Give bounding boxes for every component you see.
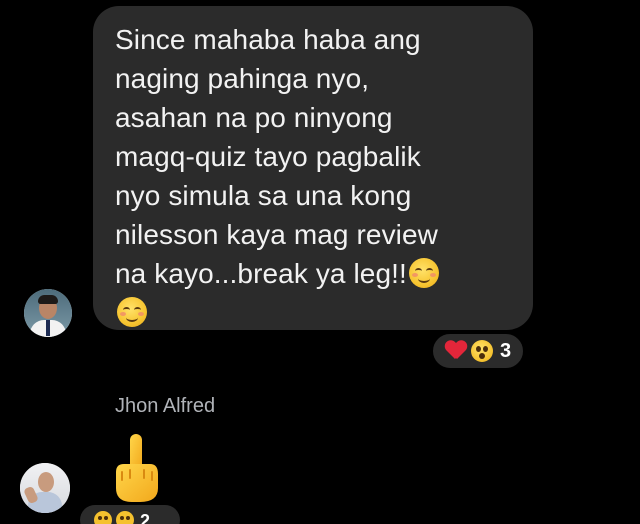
smiling-face-icon bbox=[117, 297, 147, 327]
message-line: nilesson kaya mag review bbox=[115, 219, 438, 250]
smiling-face-icon bbox=[408, 258, 439, 288]
reply-sender-avatar[interactable] bbox=[20, 463, 70, 513]
reaction-count: 3 bbox=[500, 339, 512, 362]
hushed-face-icon bbox=[471, 340, 493, 362]
message-text: Since mahaba haba ang naging pahinga nyo… bbox=[115, 20, 511, 332]
laughing-face-icon bbox=[116, 511, 134, 524]
reaction-count: 2 bbox=[140, 511, 151, 524]
message-line: nyo simula sa una kong bbox=[115, 180, 412, 211]
message-bubble[interactable]: Since mahaba haba ang naging pahinga nyo… bbox=[93, 6, 533, 330]
message-reactions[interactable]: 3 bbox=[430, 331, 527, 371]
message-line: asahan na po ninyong bbox=[115, 102, 393, 133]
message-line: na kayo...break ya leg!! bbox=[115, 258, 407, 289]
reply-sender-name[interactable]: Jhon Alfred bbox=[115, 395, 215, 418]
middle-finger-icon[interactable] bbox=[110, 432, 162, 504]
heart-icon bbox=[445, 341, 467, 361]
message-line: Since mahaba haba ang bbox=[115, 24, 421, 55]
laughing-face-icon bbox=[94, 511, 112, 524]
message-line: naging pahinga nyo, bbox=[115, 63, 370, 94]
sender-avatar[interactable] bbox=[24, 289, 72, 337]
reply-reactions[interactable]: 2 bbox=[80, 505, 180, 524]
message-line: magq-quiz tayo pagbalik bbox=[115, 141, 421, 172]
